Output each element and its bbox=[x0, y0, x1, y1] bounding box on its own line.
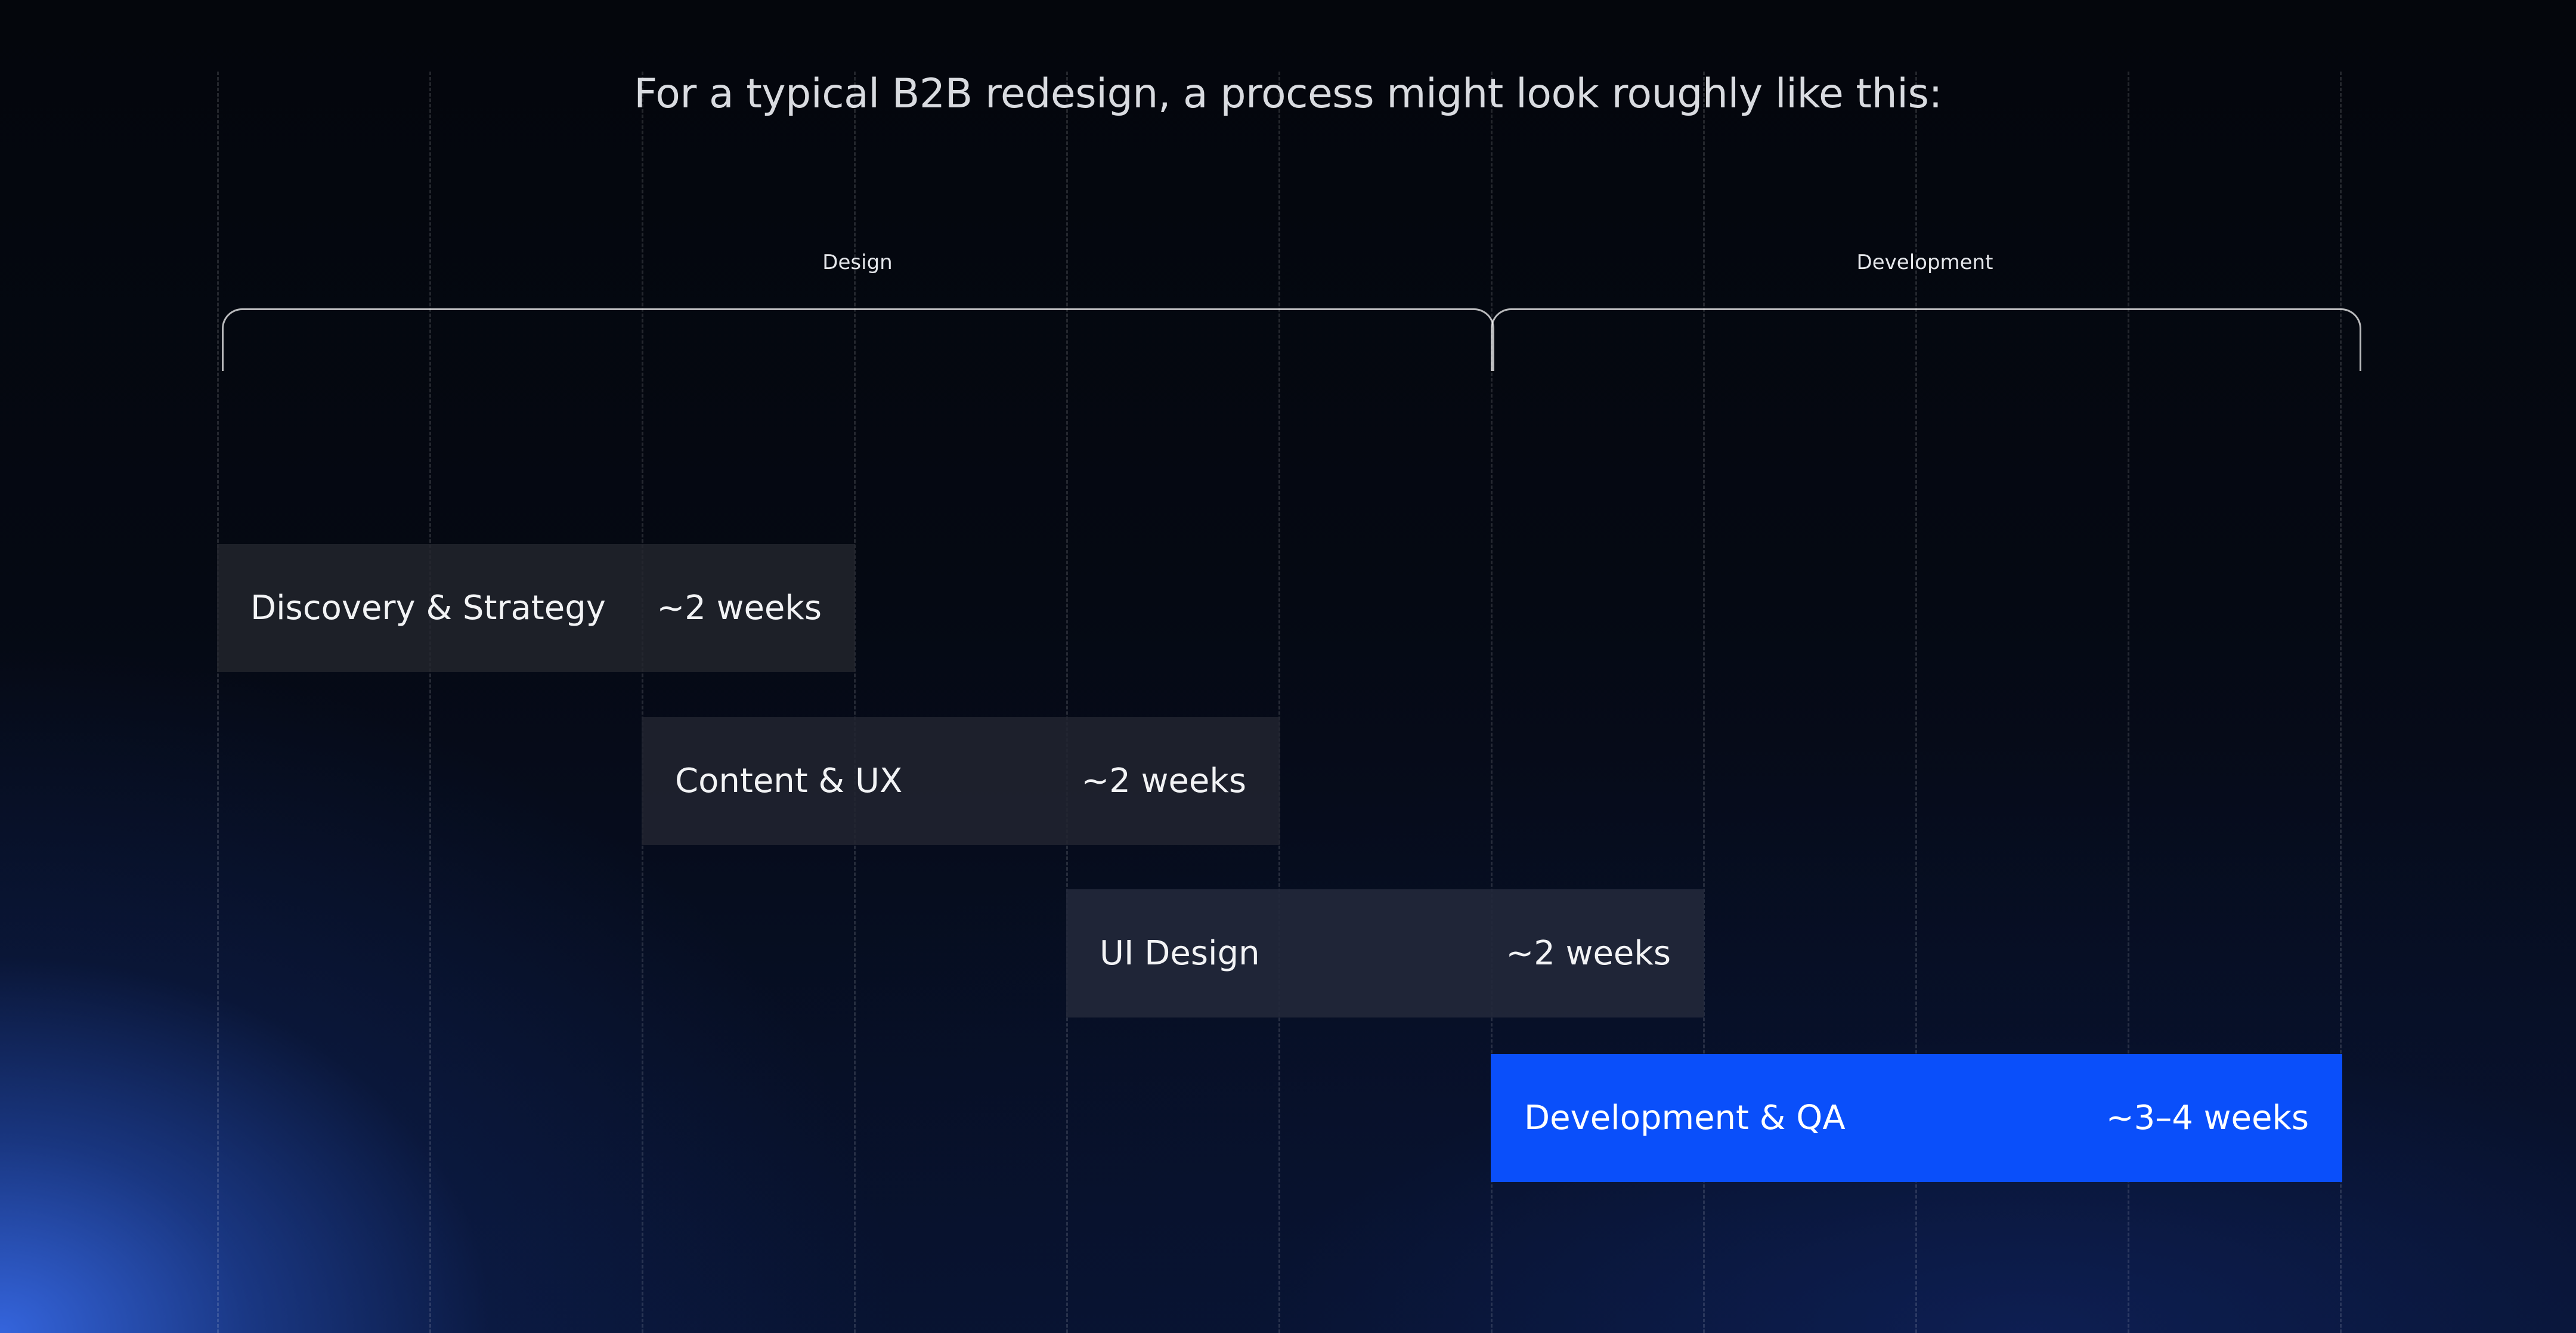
bar-label: Development & QA bbox=[1524, 1099, 1846, 1137]
bar-label: Content & UX bbox=[675, 762, 903, 800]
development-phase-bracket bbox=[1491, 308, 2361, 371]
bar-label: Discovery & Strategy bbox=[250, 589, 606, 627]
grid-line bbox=[429, 72, 431, 1333]
timeline-bar-content-ux: Content & UX ~2 weeks bbox=[642, 717, 1280, 845]
timeline-bar-discovery: Discovery & Strategy ~2 weeks bbox=[217, 544, 855, 672]
timeline-bar-ui-design: UI Design ~2 weeks bbox=[1066, 889, 1704, 1017]
bar-duration: ~3–4 weeks bbox=[2106, 1099, 2309, 1137]
design-phase-bracket bbox=[222, 308, 1494, 371]
bar-duration: ~2 weeks bbox=[1081, 762, 1246, 800]
phase-label-development: Development bbox=[1856, 250, 1993, 274]
bar-duration: ~2 weeks bbox=[1506, 934, 1671, 973]
grid-line bbox=[642, 72, 643, 1333]
grid-line bbox=[1278, 72, 1280, 1333]
grid-line bbox=[1066, 72, 1068, 1333]
bar-duration: ~2 weeks bbox=[657, 589, 822, 627]
grid-line bbox=[217, 72, 219, 1333]
timeline-bar-development-qa: Development & QA ~3–4 weeks bbox=[1491, 1054, 2342, 1182]
phase-label-design: Design bbox=[822, 250, 893, 274]
bar-label: UI Design bbox=[1100, 934, 1260, 973]
page-title: For a typical B2B redesign, a process mi… bbox=[634, 70, 1942, 117]
